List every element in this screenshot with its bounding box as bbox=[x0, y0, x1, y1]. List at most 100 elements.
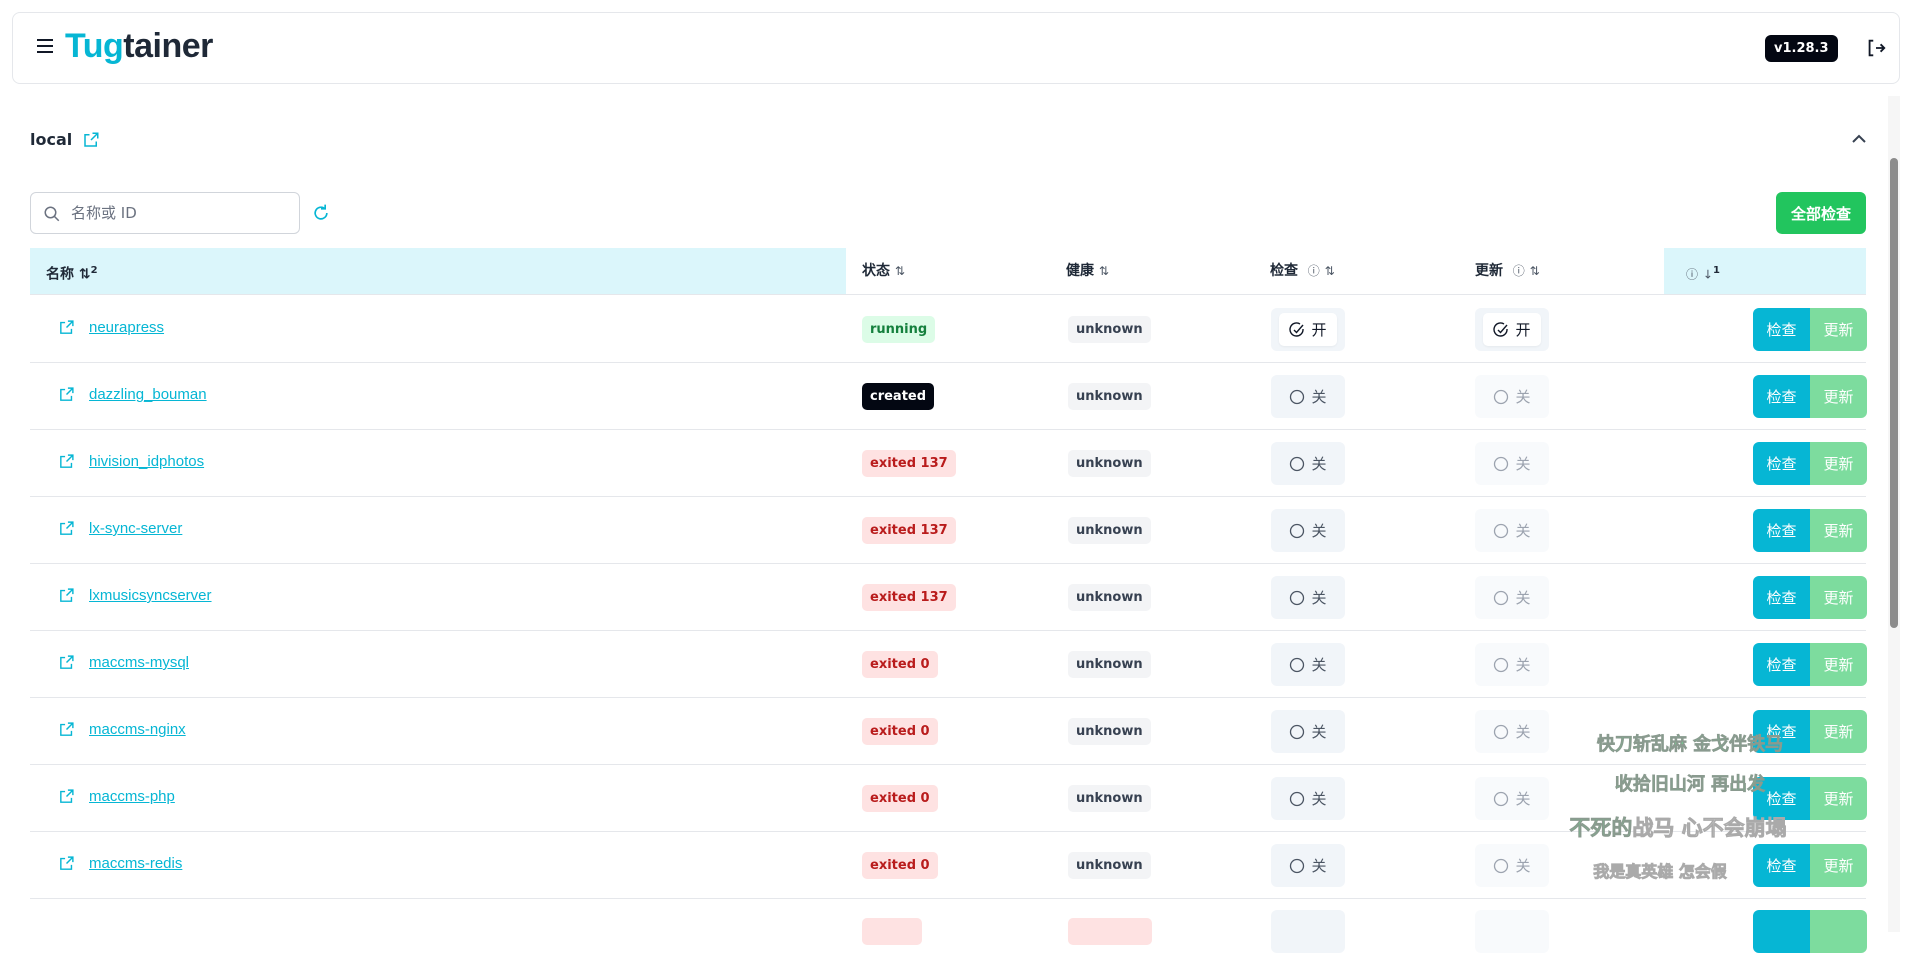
status-badge: running bbox=[862, 316, 936, 343]
circle-icon bbox=[1289, 791, 1305, 807]
table-row: maccms-redis exited 0 unknown 关 关 检查 更新 bbox=[30, 832, 1867, 899]
app-header: Tugtainer v1.28.3 bbox=[12, 12, 1900, 84]
circle-icon bbox=[1493, 389, 1509, 405]
row-update-button[interactable]: 更新 bbox=[1810, 710, 1867, 753]
logout-icon[interactable] bbox=[1865, 37, 1887, 59]
row-check-button[interactable]: 检查 bbox=[1753, 375, 1810, 418]
container-name-link[interactable]: lx-sync-server bbox=[83, 520, 182, 537]
update-toggle[interactable]: 关 bbox=[1475, 375, 1549, 418]
external-link-icon[interactable] bbox=[58, 855, 75, 872]
container-name-link[interactable]: neurapress bbox=[83, 319, 164, 336]
column-update[interactable]: 更新 ⓘ ⇅ bbox=[1475, 248, 1540, 294]
status-badge: exited 137 bbox=[862, 584, 956, 611]
column-check[interactable]: 检查 ⓘ ⇅ bbox=[1270, 248, 1335, 294]
external-link-icon[interactable] bbox=[58, 319, 75, 336]
container-name-link[interactable]: maccms-mysql bbox=[83, 654, 189, 671]
update-toggle[interactable]: 关 bbox=[1475, 509, 1549, 552]
column-health[interactable]: 健康 ⇅ bbox=[1066, 248, 1109, 294]
table-row: lx-sync-server exited 137 unknown 关 关 检查… bbox=[30, 497, 1867, 564]
external-link-icon[interactable] bbox=[58, 453, 75, 470]
row-check-button[interactable]: 检查 bbox=[1753, 308, 1810, 351]
check-toggle[interactable]: 关 bbox=[1271, 576, 1345, 619]
circle-icon bbox=[1289, 724, 1305, 740]
external-link-icon[interactable] bbox=[58, 520, 75, 537]
help-icon[interactable]: ⓘ bbox=[1686, 268, 1698, 282]
host-name: local bbox=[30, 130, 73, 149]
health-badge: unknown bbox=[1068, 651, 1151, 678]
external-link-icon[interactable] bbox=[58, 721, 75, 738]
check-toggle[interactable]: 关 bbox=[1271, 509, 1345, 552]
circle-icon bbox=[1289, 389, 1305, 405]
row-check-button[interactable]: 检查 bbox=[1753, 844, 1810, 887]
health-badge: unknown bbox=[1068, 785, 1151, 812]
table-row: lxmusicsyncserver exited 137 unknown 关 关… bbox=[30, 564, 1867, 631]
scrollbar[interactable] bbox=[1888, 96, 1900, 932]
row-check-button[interactable]: 检查 bbox=[1753, 509, 1810, 552]
table-row: neurapress running unknown 开 开 检查 更新 bbox=[30, 296, 1867, 363]
sort-icon: ⇅ bbox=[1529, 264, 1540, 278]
external-link-icon[interactable] bbox=[82, 131, 100, 149]
refresh-icon[interactable] bbox=[311, 203, 331, 223]
help-icon[interactable]: ⓘ bbox=[1308, 264, 1320, 278]
update-toggle[interactable]: 关 bbox=[1475, 844, 1549, 887]
chevron-up-icon[interactable] bbox=[1850, 132, 1868, 146]
external-link-icon[interactable] bbox=[58, 654, 75, 671]
circle-icon bbox=[1493, 523, 1509, 539]
update-toggle[interactable]: 开 bbox=[1475, 308, 1549, 351]
column-name[interactable]: 名称 ⇅2 bbox=[30, 248, 846, 294]
update-toggle[interactable]: 关 bbox=[1475, 710, 1549, 753]
column-status[interactable]: 状态 ⇅ bbox=[862, 248, 905, 294]
column-actions[interactable]: ⓘ ↓1 bbox=[1664, 248, 1866, 294]
container-name-link[interactable]: maccms-redis bbox=[83, 855, 182, 872]
sort-icon: ⇅ bbox=[1098, 264, 1109, 278]
check-toggle[interactable]: 关 bbox=[1271, 643, 1345, 686]
external-link-icon[interactable] bbox=[58, 788, 75, 805]
container-name-link[interactable]: hivision_idphotos bbox=[83, 453, 204, 470]
check-all-button[interactable]: 全部检查 bbox=[1776, 192, 1866, 234]
circle-icon bbox=[1289, 590, 1305, 606]
check-toggle[interactable]: 关 bbox=[1271, 442, 1345, 485]
menu-icon[interactable] bbox=[37, 39, 53, 53]
table-row: dazzling_bouman created unknown 关 关 检查 更新 bbox=[30, 363, 1867, 430]
container-name-link[interactable]: maccms-php bbox=[83, 788, 175, 805]
circle-icon bbox=[1493, 724, 1509, 740]
help-icon[interactable]: ⓘ bbox=[1513, 264, 1525, 278]
check-toggle[interactable]: 关 bbox=[1271, 777, 1345, 820]
container-name-link[interactable]: dazzling_bouman bbox=[83, 386, 207, 403]
sort-icon: ⇅ bbox=[1324, 264, 1335, 278]
row-update-button[interactable]: 更新 bbox=[1810, 576, 1867, 619]
update-toggle[interactable]: 关 bbox=[1475, 442, 1549, 485]
search-field[interactable] bbox=[30, 192, 300, 234]
row-update-button[interactable]: 更新 bbox=[1810, 308, 1867, 351]
circle-icon bbox=[1493, 858, 1509, 874]
external-link-icon[interactable] bbox=[58, 386, 75, 403]
row-update-button[interactable]: 更新 bbox=[1810, 777, 1867, 820]
check-toggle[interactable]: 关 bbox=[1271, 710, 1345, 753]
check-toggle[interactable]: 关 bbox=[1271, 375, 1345, 418]
search-input[interactable] bbox=[71, 201, 291, 225]
check-toggle[interactable]: 关 bbox=[1271, 844, 1345, 887]
table-row: maccms-mysql exited 0 unknown 关 关 检查 更新 bbox=[30, 631, 1867, 698]
row-check-button[interactable]: 检查 bbox=[1753, 777, 1810, 820]
row-update-button[interactable]: 更新 bbox=[1810, 375, 1867, 418]
health-badge: unknown bbox=[1068, 584, 1151, 611]
health-badge: unknown bbox=[1068, 383, 1151, 410]
row-update-button[interactable]: 更新 bbox=[1810, 643, 1867, 686]
external-link-icon[interactable] bbox=[58, 587, 75, 604]
check-toggle[interactable]: 开 bbox=[1271, 308, 1345, 351]
row-update-button[interactable]: 更新 bbox=[1810, 844, 1867, 887]
table-row: maccms-php exited 0 unknown 关 关 检查 更新 bbox=[30, 765, 1867, 832]
container-name-link[interactable]: maccms-nginx bbox=[83, 721, 186, 738]
row-update-button[interactable]: 更新 bbox=[1810, 509, 1867, 552]
row-check-button[interactable]: 检查 bbox=[1753, 576, 1810, 619]
row-check-button[interactable]: 检查 bbox=[1753, 643, 1810, 686]
row-check-button[interactable]: 检查 bbox=[1753, 710, 1810, 753]
row-update-button[interactable]: 更新 bbox=[1810, 442, 1867, 485]
container-name-link[interactable]: lxmusicsyncserver bbox=[83, 587, 212, 604]
update-toggle[interactable]: 关 bbox=[1475, 643, 1549, 686]
row-check-button[interactable]: 检查 bbox=[1753, 442, 1810, 485]
status-badge: exited 0 bbox=[862, 651, 938, 678]
scrollbar-thumb[interactable] bbox=[1890, 158, 1898, 628]
update-toggle[interactable]: 关 bbox=[1475, 576, 1549, 619]
update-toggle[interactable]: 关 bbox=[1475, 777, 1549, 820]
